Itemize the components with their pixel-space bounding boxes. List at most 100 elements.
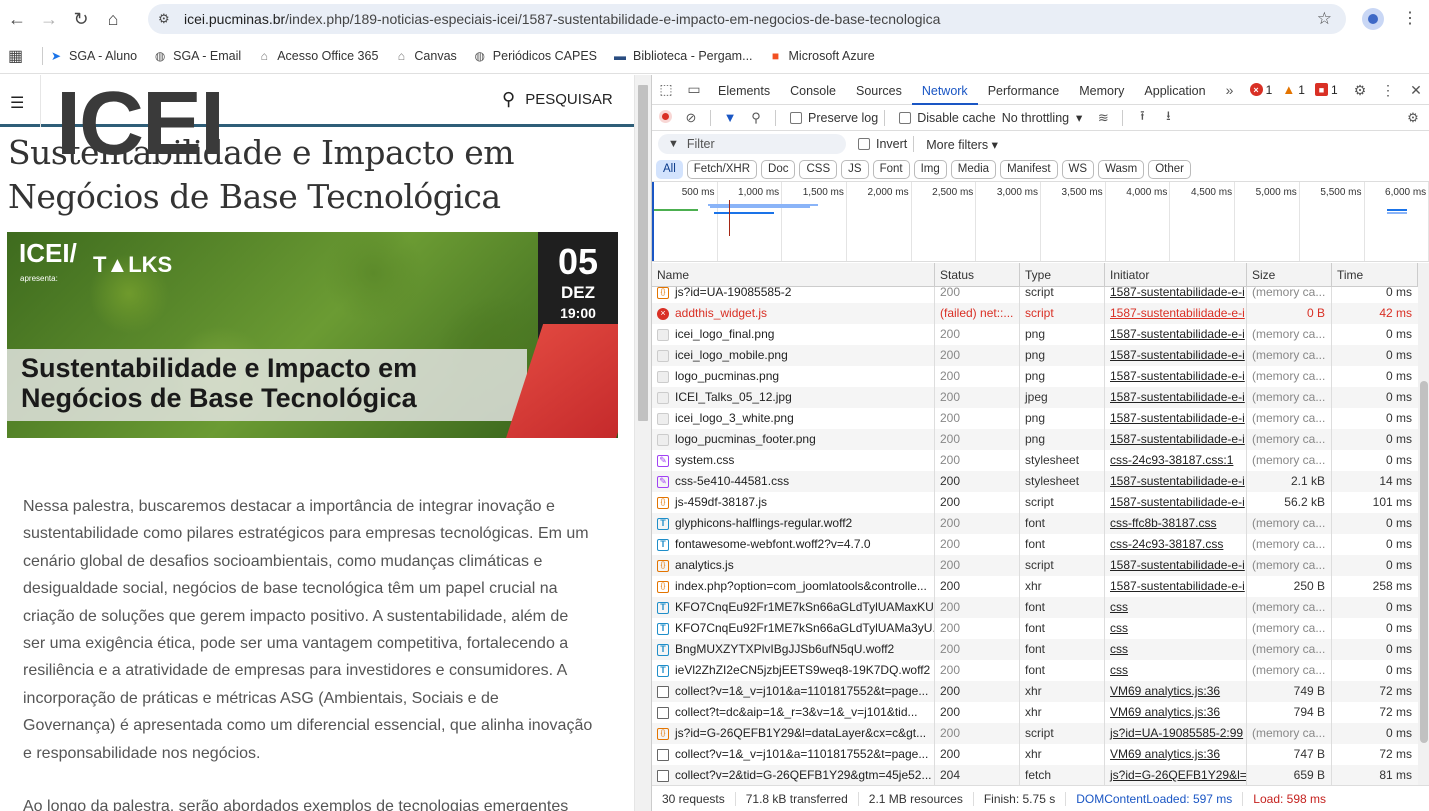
- issues-count[interactable]: ■ 1: [1314, 83, 1338, 97]
- request-initiator-link[interactable]: 1587-sustentabilidade-e-i: [1105, 345, 1247, 366]
- request-initiator-link[interactable]: css-ffc8b-38187.css: [1105, 513, 1247, 534]
- request-row[interactable]: collect?t=dc&aip=1&_r=3&v=1&_v=j101&tid.…: [652, 702, 1418, 723]
- close-devtools-icon[interactable]: ✕: [1402, 82, 1429, 99]
- browser-menu-icon[interactable]: ⋮: [1402, 8, 1418, 28]
- more-tabs-icon[interactable]: »: [1216, 82, 1244, 98]
- requests-scrollbar[interactable]: [1418, 263, 1429, 785]
- bookmark-item[interactable]: ■ Microsoft Azure: [769, 49, 875, 63]
- page-scrollbar[interactable]: [634, 75, 651, 811]
- inspect-element-icon[interactable]: ⬚: [652, 81, 680, 98]
- request-row[interactable]: collect?v=1&_v=j101&a=1101817552&t=page.…: [652, 744, 1418, 765]
- back-button[interactable]: ←: [2, 4, 32, 34]
- devtools-tab-sources[interactable]: Sources: [846, 75, 912, 105]
- request-initiator-link[interactable]: 1587-sustentabilidade-e-i: [1105, 324, 1247, 345]
- forward-button[interactable]: →: [34, 4, 64, 34]
- search-network-icon[interactable]: ⚲: [743, 110, 769, 126]
- record-stop-icon[interactable]: [652, 109, 678, 126]
- request-initiator-link[interactable]: 1587-sustentabilidade-e-i: [1105, 576, 1247, 597]
- type-filter-all[interactable]: All: [656, 160, 683, 179]
- throttling-select[interactable]: No throttling ▾: [1002, 110, 1083, 125]
- devtools-tab-performance[interactable]: Performance: [978, 75, 1070, 105]
- request-row[interactable]: logo_pucminas_footer.png 200 png 1587-suste…: [652, 429, 1418, 450]
- request-row[interactable]: Tfontawesome-webfont.woff2?v=4.7.0 200 fon…: [652, 534, 1418, 555]
- column-header-time[interactable]: Time: [1332, 263, 1418, 286]
- request-initiator-link[interactable]: 1587-sustentabilidade-e-i: [1105, 429, 1247, 450]
- bookmark-item[interactable]: ◍ SGA - Email: [153, 49, 241, 63]
- type-filter-ws[interactable]: WS: [1061, 160, 1095, 179]
- request-initiator-link[interactable]: VM69 analytics.js:36: [1105, 681, 1247, 702]
- settings-gear-icon[interactable]: ⚙: [1346, 82, 1374, 99]
- column-header-size[interactable]: Size: [1247, 263, 1332, 286]
- hamburger-menu-icon[interactable]: ☰: [10, 93, 24, 113]
- request-initiator-link[interactable]: VM69 analytics.js:36: [1105, 744, 1247, 765]
- request-initiator-link[interactable]: css: [1105, 618, 1247, 639]
- devtools-tab-console[interactable]: Console: [780, 75, 846, 105]
- request-row[interactable]: ✎ system.css 200 stylesheet css-24c93-38187.…: [652, 450, 1418, 471]
- type-filter-fetchxhr[interactable]: Fetch/XHR: [686, 160, 758, 179]
- request-row[interactable]: {} analytics.js 200 script 1587-sustentabili…: [652, 555, 1418, 576]
- error-count[interactable]: × 1: [1249, 83, 1272, 97]
- request-initiator-link[interactable]: css: [1105, 597, 1247, 618]
- export-har-icon[interactable]: ⭳: [1155, 107, 1181, 129]
- request-initiator-link[interactable]: css: [1105, 639, 1247, 660]
- reload-button[interactable]: ↻: [66, 4, 96, 34]
- request-initiator-link[interactable]: css-24c93-38187.css:1: [1105, 450, 1247, 471]
- devtools-menu-icon[interactable]: ⋮: [1374, 82, 1402, 99]
- type-filter-font[interactable]: Font: [872, 160, 910, 179]
- column-header-name[interactable]: Name: [652, 263, 935, 286]
- filter-funnel-icon[interactable]: ▼: [717, 110, 743, 125]
- devtools-tab-application[interactable]: Application: [1134, 75, 1215, 105]
- warning-count[interactable]: ▲ 1: [1282, 82, 1305, 97]
- filter-input[interactable]: ▼ Filter: [658, 134, 846, 154]
- request-row[interactable]: ✎ css-5e410-44581.css 200 stylesheet 1587-su…: [652, 471, 1418, 492]
- request-initiator-link[interactable]: js?id=G-26QEFB1Y29&l=c: [1105, 765, 1247, 785]
- timeline-selection-handle[interactable]: [652, 182, 654, 261]
- request-row[interactable]: Tglyphicons-halflings-regular.woff2 200 fo…: [652, 513, 1418, 534]
- request-row[interactable]: TieVl2ZhZI2eCN5jzbjEETS9weq8-19K7DQ.woff…: [652, 660, 1418, 681]
- type-filter-js[interactable]: JS: [841, 160, 869, 179]
- profile-avatar[interactable]: [1362, 8, 1384, 30]
- request-row[interactable]: icei_logo_mobile.png 200 png 1587-sustentab…: [652, 345, 1418, 366]
- request-initiator-link[interactable]: 1587-sustentabilidade-e-i: [1105, 366, 1247, 387]
- bookmark-item[interactable]: ⌂ Canvas: [394, 49, 457, 63]
- import-har-icon[interactable]: ⭱: [1129, 107, 1155, 129]
- request-initiator-link[interactable]: css-24c93-38187.css: [1105, 534, 1247, 555]
- type-filter-other[interactable]: Other: [1148, 160, 1191, 179]
- type-filter-manifest[interactable]: Manifest: [1000, 160, 1058, 179]
- request-row[interactable]: T BngMUXZYTXPlvIBgJJSb6ufN5qU.woff2 200 fon…: [652, 639, 1418, 660]
- network-conditions-icon[interactable]: ≋: [1090, 110, 1116, 126]
- request-row[interactable]: {} js-459df-38187.js 200 script 1587-sustent…: [652, 492, 1418, 513]
- request-row[interactable]: icei_logo_final.png 200 png 1587-sustentabi…: [652, 324, 1418, 345]
- disable-cache-checkbox[interactable]: Disable cache: [899, 111, 996, 125]
- type-filter-media[interactable]: Media: [950, 160, 997, 179]
- device-toolbar-icon[interactable]: ▭: [680, 81, 708, 98]
- column-header-type[interactable]: Type: [1020, 263, 1105, 286]
- request-initiator-link[interactable]: 1587-sustentabilidade-e-i: [1105, 303, 1247, 324]
- request-initiator-link[interactable]: css: [1105, 660, 1247, 681]
- request-row[interactable]: {} js?id=G-26QEFB1Y29&l=dataLayer&cx=c&gt…: [652, 723, 1418, 744]
- requests-scrollbar-thumb[interactable]: [1420, 381, 1428, 743]
- type-filter-doc[interactable]: Doc: [761, 160, 796, 179]
- icei-logo[interactable]: ICEI: [56, 79, 225, 169]
- devtools-tab-memory[interactable]: Memory: [1069, 75, 1134, 105]
- bookmark-item[interactable]: ⌂ Acesso Office 365: [257, 49, 379, 63]
- column-header-status[interactable]: Status: [935, 263, 1020, 286]
- request-row[interactable]: logo_pucminas.png 200 png 1587-sustentabili…: [652, 366, 1418, 387]
- clear-log-icon[interactable]: ⊘: [678, 110, 704, 126]
- request-row[interactable]: collect?v=1&_v=j101&a=1101817552&t=page.…: [652, 681, 1418, 702]
- request-initiator-link[interactable]: js?id=UA-19085585-2:99: [1105, 723, 1247, 744]
- search-button[interactable]: ⚲ PESQUISAR: [502, 89, 613, 110]
- request-initiator-link[interactable]: 1587-sustentabilidade-e-i: [1105, 555, 1247, 576]
- home-button[interactable]: ⌂: [98, 4, 128, 34]
- request-row[interactable]: × addthis_widget.js (failed) net::... scrip…: [652, 303, 1418, 324]
- request-initiator-link[interactable]: VM69 analytics.js:36: [1105, 702, 1247, 723]
- url-text[interactable]: icei.pucminas.br/index.php/189-noticias-…: [184, 11, 940, 27]
- network-settings-icon[interactable]: ⚙: [1400, 110, 1426, 126]
- type-filter-wasm[interactable]: Wasm: [1098, 160, 1145, 179]
- bookmark-item[interactable]: ◍ Periódicos CAPES: [473, 49, 597, 63]
- request-initiator-link[interactable]: 1587-sustentabilidade-e-i: [1105, 387, 1247, 408]
- page-scrollbar-thumb[interactable]: [638, 85, 648, 421]
- request-row[interactable]: icei_logo_3_white.png 200 png 1587-sustenta…: [652, 408, 1418, 429]
- more-filters-dropdown[interactable]: More filters ▾: [926, 137, 998, 152]
- bookmark-star-icon[interactable]: ☆: [1317, 9, 1332, 29]
